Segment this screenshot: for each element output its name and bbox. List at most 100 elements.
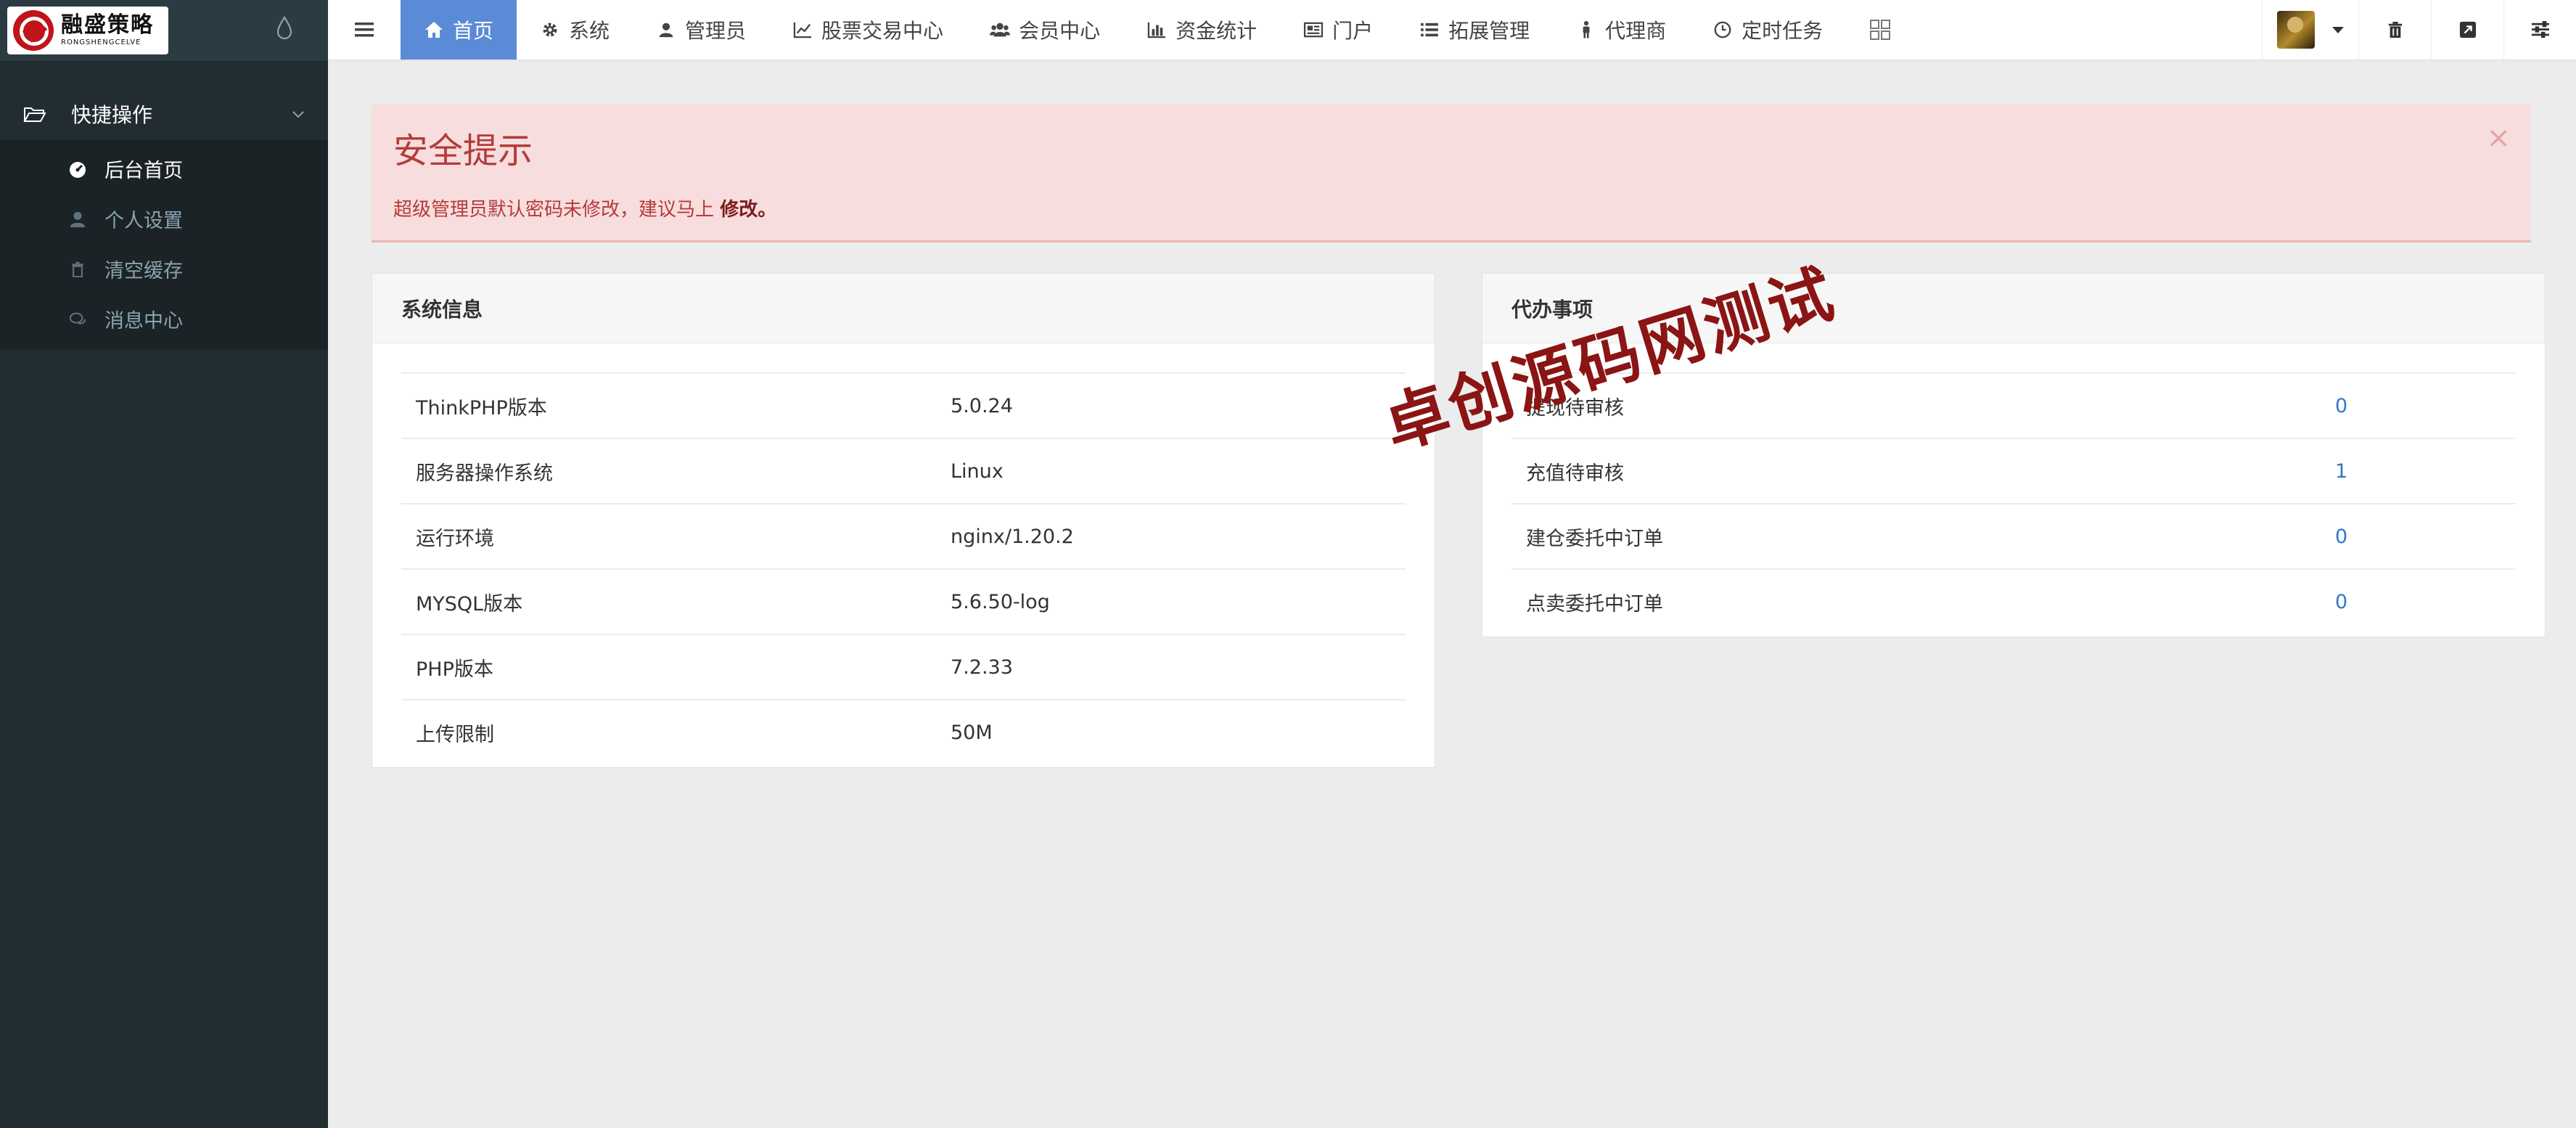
grid-icon xyxy=(1870,20,1891,40)
gear-icon xyxy=(540,20,560,40)
table-row: ThinkPHP版本 5.0.24 xyxy=(401,372,1406,438)
hamburger-icon xyxy=(355,23,374,37)
nav-tab-extensions[interactable]: 拓展管理 xyxy=(1396,0,1553,60)
list-icon xyxy=(1419,20,1440,40)
user-menu[interactable] xyxy=(2262,0,2358,60)
change-password-link[interactable]: 修改。 xyxy=(720,199,776,221)
todo-key: 建仓委托中订单 xyxy=(1526,527,1663,550)
folder-open-icon xyxy=(23,107,46,122)
todo-key: 点卖委托中订单 xyxy=(1526,592,1663,616)
user-icon xyxy=(68,210,87,229)
nav-tab-home[interactable]: 首页 xyxy=(401,0,517,60)
trash-icon xyxy=(68,260,87,279)
nav-tab-label: 资金统计 xyxy=(1176,19,1258,43)
todo-count-link[interactable]: 0 xyxy=(2335,395,2347,417)
users-icon xyxy=(990,20,1011,40)
table-row: PHP版本 7.2.33 xyxy=(401,634,1406,699)
nav-tab-label: 门户 xyxy=(1332,19,1374,43)
sidebar-toggle-button[interactable] xyxy=(328,0,401,60)
todo-key: 提现待审核 xyxy=(1526,396,1624,420)
sidebar-item-label: 消息中心 xyxy=(104,310,183,332)
nav-more-button[interactable] xyxy=(1846,0,1914,60)
chevron-down-icon xyxy=(292,111,304,118)
bar-chart-icon xyxy=(1147,20,1167,40)
nav-tab-admins[interactable]: 管理员 xyxy=(633,0,769,60)
sidebar-section-label: 快捷操作 xyxy=(71,103,153,127)
info-key: 运行环境 xyxy=(416,527,494,550)
clear-cache-button[interactable] xyxy=(2358,0,2431,60)
sidebar-item-label: 后台首页 xyxy=(104,160,183,182)
sidebar-item-label: 清空缓存 xyxy=(104,260,183,282)
todo-count-link[interactable]: 1 xyxy=(2335,460,2347,483)
logo-mark-icon xyxy=(13,10,54,51)
info-key: 服务器操作系统 xyxy=(416,462,553,485)
table-row: 建仓委托中订单 0 xyxy=(1511,503,2516,568)
info-value: 50M xyxy=(951,721,993,744)
info-value: 5.6.50-log xyxy=(951,590,1050,613)
dashboard-icon xyxy=(68,160,87,179)
caret-down-icon xyxy=(2332,26,2344,33)
security-alert: 安全提示 超级管理员默认密码未修改，建议马上 修改。 × xyxy=(372,105,2531,242)
sidebar: 融盛策略 RONGSHENGCELVE 快捷操作 后台首页 个人设置 清空缓存 … xyxy=(0,0,328,1128)
control-sidebar-button[interactable] xyxy=(2503,0,2576,60)
close-icon[interactable]: × xyxy=(2486,123,2511,152)
system-info-panel: 系统信息 ThinkPHP版本 5.0.24 服务器操作系统 Linux 运行环境 n… xyxy=(372,273,1435,768)
info-value: 5.0.24 xyxy=(951,394,1013,417)
info-key: 上传限制 xyxy=(416,723,494,746)
trash-icon xyxy=(2388,22,2402,38)
sliders-icon xyxy=(2531,21,2549,38)
todo-key: 充值待审核 xyxy=(1526,462,1624,485)
person-icon xyxy=(1576,20,1596,40)
alert-title: 安全提示 xyxy=(393,131,533,171)
todo-count-link[interactable]: 0 xyxy=(2335,591,2347,613)
nav-tab-portal[interactable]: 门户 xyxy=(1280,0,1396,60)
sidebar-item-messages[interactable]: 消息中心 xyxy=(0,294,328,344)
table-row: 充值待审核 1 xyxy=(1511,438,2516,503)
sidebar-menu: 快捷操作 后台首页 个人设置 清空缓存 消息中心 xyxy=(0,89,328,350)
info-key: PHP版本 xyxy=(416,658,493,681)
todo-count-link[interactable]: 0 xyxy=(2335,526,2347,548)
nav-tab-label: 首页 xyxy=(453,19,494,43)
external-link-icon xyxy=(2459,21,2476,38)
open-frontend-button[interactable] xyxy=(2431,0,2503,60)
info-key: MYSQL版本 xyxy=(416,592,523,616)
info-value: 7.2.33 xyxy=(951,655,1013,679)
table-row: 点卖委托中订单 0 xyxy=(1511,568,2516,634)
sidebar-section-quick-actions[interactable]: 快捷操作 xyxy=(0,89,328,139)
theme-droplet-icon[interactable] xyxy=(276,16,293,41)
clock-icon xyxy=(1712,20,1733,40)
info-value: nginx/1.20.2 xyxy=(951,525,1074,548)
top-navbar: 首页 系统 管理员 股票交易中心 会员中心 资金统计 门户 拓展管理 代理商 定… xyxy=(328,0,2576,61)
sidebar-submenu: 后台首页 个人设置 清空缓存 消息中心 xyxy=(0,139,328,350)
brand-name-en: RONGSHENGCELVE xyxy=(61,38,141,46)
info-value: Linux xyxy=(951,459,1004,483)
table-row: MYSQL版本 5.6.50-log xyxy=(401,568,1406,634)
nav-tab-label: 股票交易中心 xyxy=(821,19,944,43)
line-chart-icon xyxy=(792,20,813,40)
home-icon xyxy=(424,20,444,40)
panel-title: 系统信息 xyxy=(372,274,1435,343)
user-icon xyxy=(656,20,676,40)
nav-tab-label: 代理商 xyxy=(1605,19,1667,43)
alert-message: 超级管理员默认密码未修改，建议马上 修改。 xyxy=(393,199,777,221)
nav-tab-members[interactable]: 会员中心 xyxy=(967,0,1123,60)
brand-logo[interactable]: 融盛策略 RONGSHENGCELVE xyxy=(7,7,168,54)
newspaper-icon xyxy=(1303,20,1324,40)
nav-tab-system[interactable]: 系统 xyxy=(517,0,633,60)
sidebar-item-clear-cache[interactable]: 清空缓存 xyxy=(0,244,328,294)
table-row: 服务器操作系统 Linux xyxy=(401,438,1406,503)
nav-tab-label: 系统 xyxy=(569,19,610,43)
table-row: 运行环境 nginx/1.20.2 xyxy=(401,503,1406,568)
sidebar-item-profile[interactable]: 个人设置 xyxy=(0,194,328,244)
nav-tab-fund-stats[interactable]: 资金统计 xyxy=(1123,0,1280,60)
navbar-right xyxy=(2262,0,2576,60)
brand-name-cn: 融盛策略 xyxy=(61,12,154,38)
table-row: 上传限制 50M xyxy=(401,699,1406,764)
nav-tab-stock-trading[interactable]: 股票交易中心 xyxy=(769,0,967,60)
nav-tab-cron[interactable]: 定时任务 xyxy=(1689,0,1846,60)
nav-tab-label: 定时任务 xyxy=(1742,19,1824,43)
logo-bar: 融盛策略 RONGSHENGCELVE xyxy=(0,0,328,61)
nav-tab-agents[interactable]: 代理商 xyxy=(1553,0,1689,60)
sidebar-item-dashboard[interactable]: 后台首页 xyxy=(0,144,328,194)
nav-tab-label: 管理员 xyxy=(685,19,747,43)
